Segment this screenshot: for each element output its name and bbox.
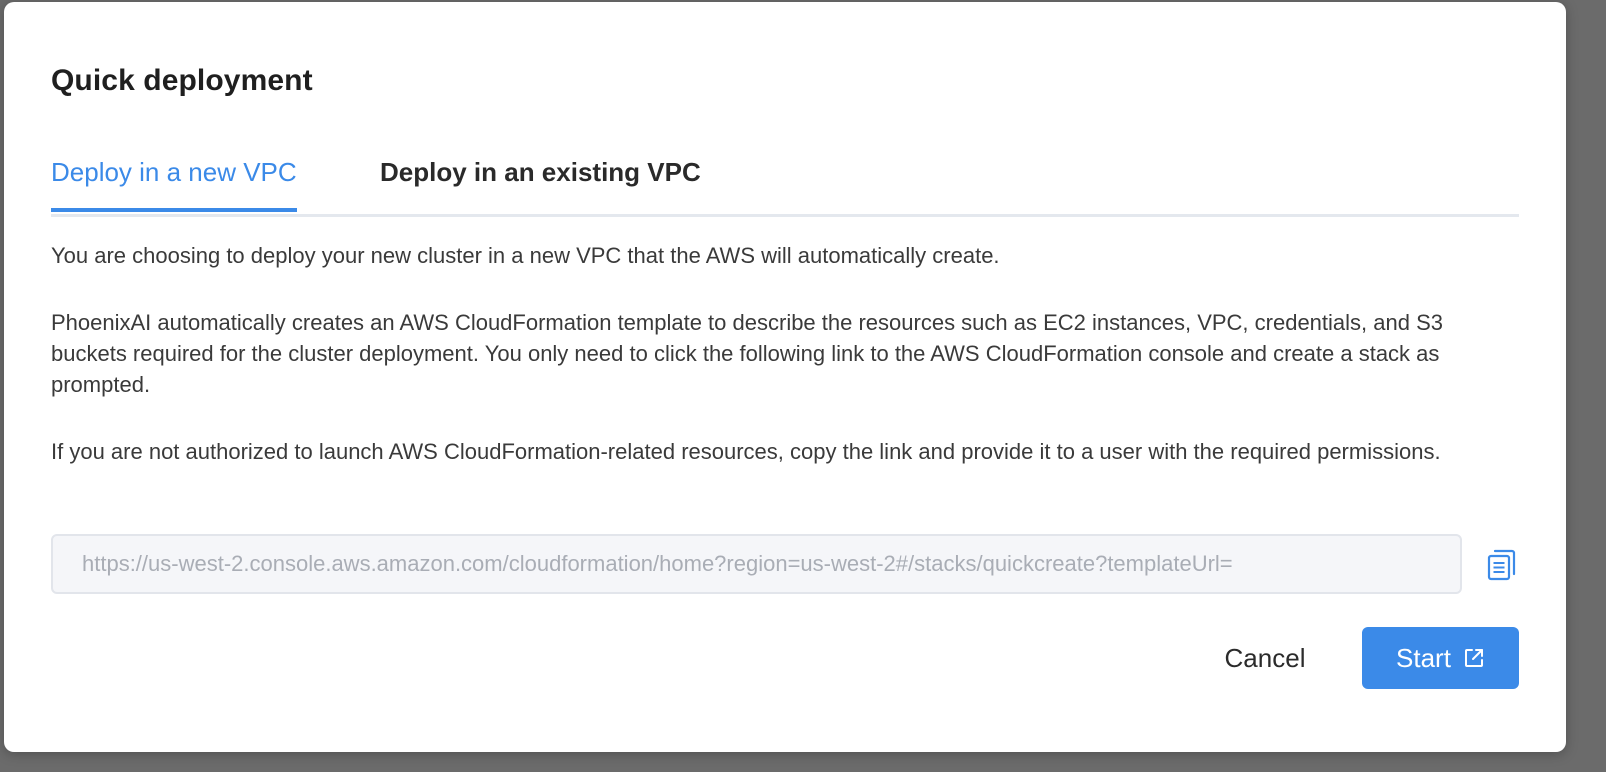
quick-deployment-dialog: Quick deployment Deploy in a new VPC Dep… — [4, 2, 1566, 752]
tab-new-vpc[interactable]: Deploy in a new VPC — [51, 157, 297, 212]
cloudformation-description: PhoenixAI automatically creates an AWS C… — [51, 310, 1443, 397]
start-button[interactable]: Start — [1362, 627, 1519, 689]
cloudformation-link-field[interactable] — [51, 534, 1462, 594]
dialog-title: Quick deployment — [51, 64, 313, 97]
copy-icon[interactable] — [1486, 549, 1516, 581]
external-link-icon — [1463, 647, 1485, 669]
permissions-note: If you are not authorized to launch AWS … — [51, 439, 1441, 464]
tab-bar: Deploy in a new VPC Deploy in an existin… — [51, 152, 1519, 217]
intro-text: You are choosing to deploy your new clus… — [51, 243, 1000, 268]
tab-existing-vpc[interactable]: Deploy in an existing VPC — [380, 157, 701, 208]
start-button-label: Start — [1396, 642, 1451, 673]
cancel-button[interactable]: Cancel — [1200, 628, 1330, 688]
